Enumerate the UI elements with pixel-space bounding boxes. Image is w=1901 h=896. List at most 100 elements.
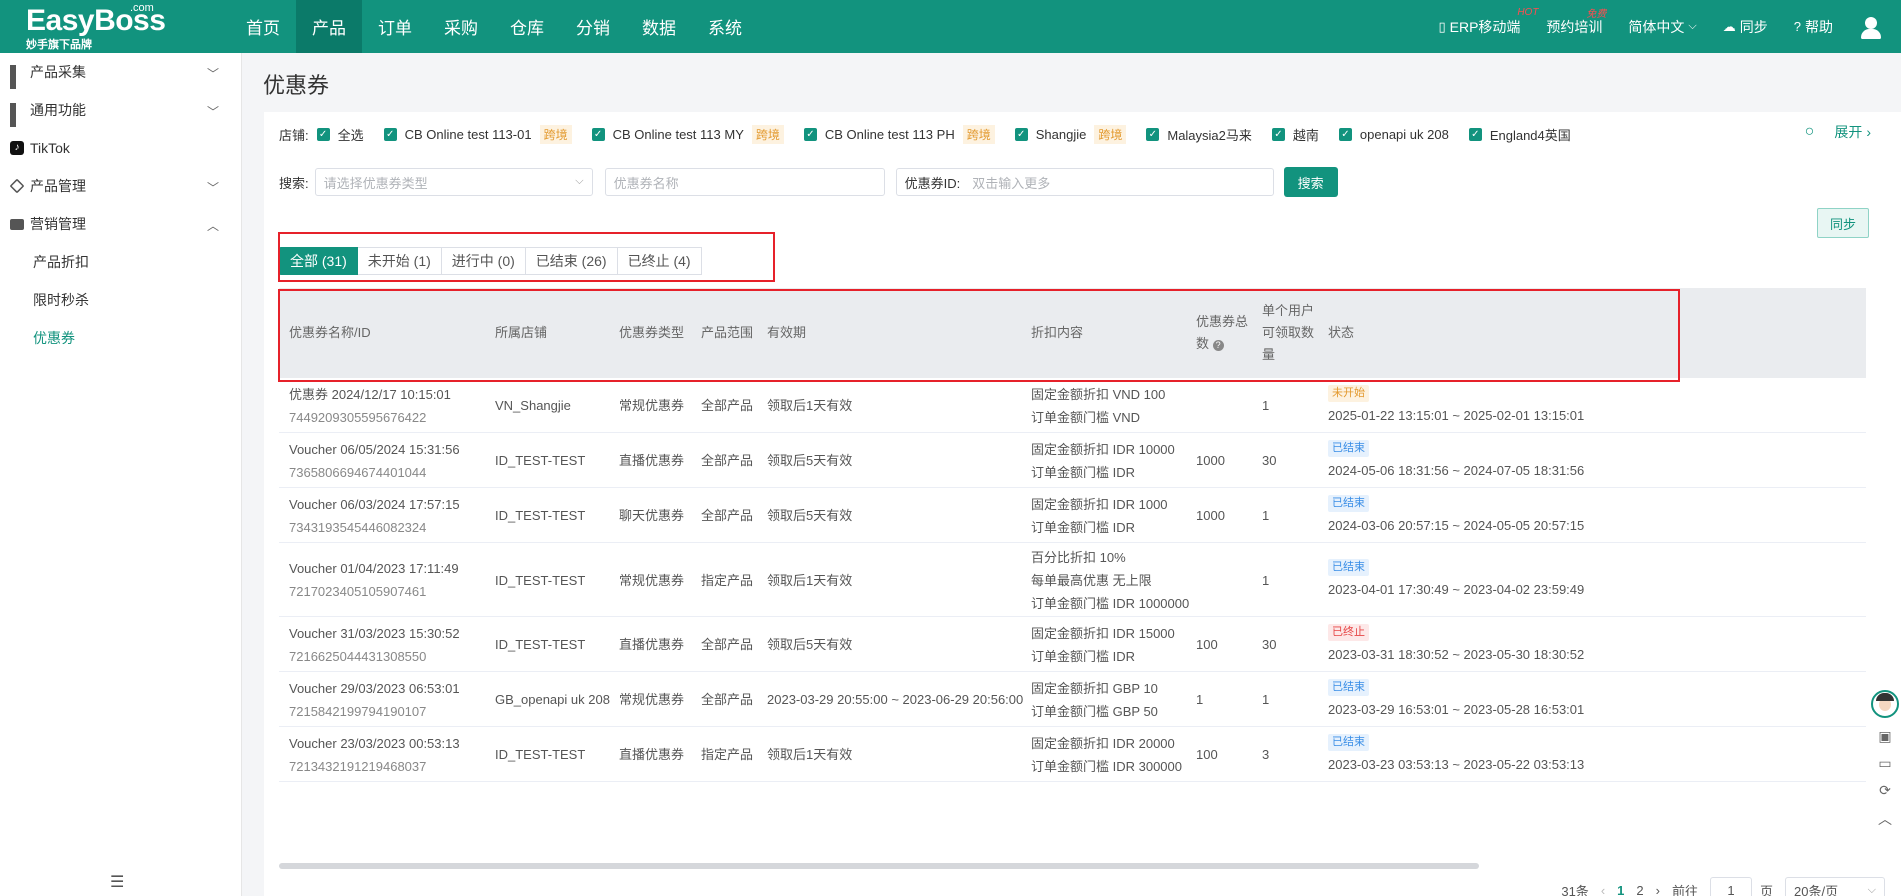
nav-item-1[interactable]: 产品 <box>296 0 362 53</box>
store-checkbox-3[interactable]: ✓ CB Online test 113 PH 跨境 <box>803 124 995 144</box>
chat-icon[interactable]: ▭ <box>1878 755 1891 772</box>
voucher-id: 7216625044431308550 <box>289 648 427 664</box>
sidebar-item-1[interactable]: 通用功能 ﹀ <box>0 91 241 129</box>
cell-store-text: ID_TEST-TEST <box>495 572 586 588</box>
discount-line: 百分比折扣 10% <box>1031 549 1126 565</box>
sidebar-subitem-2[interactable]: 优惠券 <box>0 319 241 357</box>
store-checkbox-4[interactable]: ✓ Shangjie 跨境 <box>1014 124 1127 144</box>
brand-logo[interactable]: EasyBoss .com 妙手旗下品牌 <box>0 0 210 53</box>
page-unit-label: 页 <box>1759 883 1773 896</box>
page-2[interactable]: 2 <box>1636 883 1643 896</box>
nav-item-3[interactable]: 采购 <box>428 0 494 53</box>
customer-service-avatar[interactable] <box>1871 690 1899 718</box>
horizontal-scrollbar[interactable] <box>279 860 1866 872</box>
sidebar-item-3[interactable]: 产品管理 ﹀ <box>0 167 241 205</box>
store-checkbox-0[interactable]: ✓ 全选 <box>316 125 364 144</box>
nav-item-2[interactable]: 订单 <box>362 0 428 53</box>
discount-line: 固定金额折扣 IDR 10000 <box>1031 441 1175 457</box>
scrollbar-thumb[interactable] <box>279 863 1479 869</box>
status-tab-0[interactable]: 全部 (31) <box>279 247 358 275</box>
cell-per-user: 1 <box>1262 543 1269 617</box>
voucher-type-select[interactable]: 请选择优惠券类型 ⌵ <box>314 168 593 196</box>
nav-item-6[interactable]: 数据 <box>626 0 692 53</box>
voucher-name[interactable]: Voucher 31/03/2023 15:30:52 <box>289 622 460 645</box>
language-select[interactable]: 简体中文 ⌵ <box>1628 17 1696 37</box>
sidebar-subitem-1[interactable]: 限时秒杀 <box>0 281 241 319</box>
status-tab-3[interactable]: 已结束 (26) <box>525 247 618 275</box>
back-to-top-icon[interactable]: ︿ <box>1878 809 1892 829</box>
voucher-name[interactable]: Voucher 06/03/2024 17:57:15 <box>289 493 460 516</box>
checkbox-checked-icon[interactable]: ✓ <box>316 127 330 141</box>
voucher-name[interactable]: Voucher 01/04/2023 17:11:49 <box>289 557 459 580</box>
cell-status: 已结束 2024-05-06 18:31:56 ~ 2024-07-05 18:3… <box>1328 433 1668 488</box>
goto-page-input[interactable]: 1 <box>1709 877 1752 896</box>
question-icon[interactable]: ? <box>1212 340 1224 351</box>
language-label: 简体中文 <box>1628 18 1685 35</box>
cell-store-text: ID_TEST-TEST <box>495 453 586 468</box>
voucher-name[interactable]: Voucher 23/03/2023 00:53:13 <box>289 732 460 755</box>
store-checkbox-6[interactable]: ✓ 越南 <box>1271 125 1319 144</box>
cell-per-user: 1 <box>1262 378 1269 433</box>
store-checkbox-2[interactable]: ✓ CB Online test 113 MY 跨境 <box>591 124 784 144</box>
training-link[interactable]: 预约培训 免费 <box>1546 9 1606 37</box>
checkbox-checked-icon[interactable]: ✓ <box>383 127 397 141</box>
cell-range-text: 全部产品 <box>701 508 754 523</box>
voucher-name-input[interactable]: 优惠券名称 <box>604 168 885 196</box>
store-checkbox-1[interactable]: ✓ CB Online test 113-01 跨境 <box>383 124 572 144</box>
cell-status: 已结束 2023-03-23 03:53:13 ~ 2023-05-22 03:5… <box>1328 727 1668 782</box>
checkbox-checked-icon[interactable]: ✓ <box>591 127 605 141</box>
voucher-name[interactable]: Voucher 06/05/2024 15:31:56 <box>289 438 460 461</box>
store-checkbox-7[interactable]: ✓ openapi uk 208 <box>1338 127 1449 142</box>
sync-button[interactable]: 同步 <box>1817 208 1869 238</box>
refresh-icon[interactable]: ⟳ <box>1879 782 1891 799</box>
cell-store-text: VN_Shangjie <box>495 398 571 413</box>
nav-item-7[interactable]: 系统 <box>692 0 758 53</box>
search-icon[interactable]: ○ <box>1805 123 1815 141</box>
prev-page-icon[interactable]: ‹ <box>1601 883 1605 896</box>
status-period: 2023-03-23 03:53:13 ~ 2023-05-22 03:53:1… <box>1328 756 1585 772</box>
sidebar: 产品采集 ﹀ 通用功能 ﹀ ♪ TikTok 产品管理 ﹀ 营销管理 ︿ 产品折扣 限时秒杀 优惠券 … <box>0 53 242 896</box>
sync-top-button[interactable]: ☁ 同步 <box>1723 17 1768 37</box>
voucher-name[interactable]: Voucher 29/03/2023 06:53:01 <box>289 677 460 700</box>
cell-store: GB_openapi uk 208 <box>495 672 610 727</box>
status-tab-4[interactable]: 已终止 (4) <box>617 247 702 275</box>
help-link[interactable]: ? 帮助 <box>1794 17 1833 37</box>
sidebar-item-4[interactable]: 营销管理 ︿ <box>0 205 241 243</box>
main-nav: 首页 产品 订单 采购 仓库 分销 数据 系统 <box>230 0 758 53</box>
cell-type-text: 直播优惠券 <box>619 453 685 468</box>
checkbox-checked-icon[interactable]: ✓ <box>1014 127 1028 141</box>
voucher-id-input[interactable]: 优惠券ID: 双击输入更多 <box>895 168 1274 196</box>
page-1[interactable]: 1 <box>1617 883 1624 896</box>
checkbox-checked-icon[interactable]: ✓ <box>1146 127 1160 141</box>
voucher-name[interactable]: 优惠券 2024/12/17 10:15:01 <box>289 383 451 406</box>
status-tab-2[interactable]: 进行中 (0) <box>441 247 526 275</box>
checkbox-checked-icon[interactable]: ✓ <box>1338 127 1352 141</box>
next-page-icon[interactable]: › <box>1656 883 1660 896</box>
status-tab-1[interactable]: 未开始 (1) <box>357 247 442 275</box>
checkbox-checked-icon[interactable]: ✓ <box>1468 127 1482 141</box>
feedback-icon[interactable]: ▣ <box>1878 728 1891 745</box>
checkbox-checked-icon[interactable]: ✓ <box>803 127 817 141</box>
sidebar-item-0[interactable]: 产品采集 ﹀ <box>0 53 241 91</box>
hot-badge: HOT <box>1517 6 1539 18</box>
voucher-name-placeholder: 优惠券名称 <box>613 175 679 191</box>
sidebar-item-2[interactable]: ♪ TikTok <box>0 129 241 167</box>
page-size-select[interactable]: 20条/页 ⌵ <box>1785 877 1885 896</box>
nav-item-0[interactable]: 首页 <box>230 0 296 53</box>
store-checkbox-8[interactable]: ✓ England4英国 <box>1468 125 1571 144</box>
chevron-down-icon: ⌵ <box>1688 20 1697 32</box>
collapse-sidebar-icon[interactable]: ☰ <box>110 872 124 892</box>
erp-mobile-label: ERP移动端 <box>1449 18 1521 35</box>
sidebar-subitem-0[interactable]: 产品折扣 <box>0 243 241 281</box>
status-badge: 已结束 <box>1328 678 1369 696</box>
user-avatar-icon[interactable] <box>1859 15 1883 39</box>
table-row: Voucher 23/03/2023 00:53:13 7213432191219… <box>279 727 1866 782</box>
expand-filters[interactable]: ○ 展开 › <box>1805 122 1871 142</box>
search-button[interactable]: 搜索 <box>1283 167 1338 197</box>
nav-item-5[interactable]: 分销 <box>560 0 626 53</box>
checkbox-checked-icon[interactable]: ✓ <box>1271 127 1285 141</box>
store-checkbox-5[interactable]: ✓ Malaysia2马来 <box>1146 125 1252 144</box>
top-nav-bar: EasyBoss .com 妙手旗下品牌 首页 产品 订单 采购 仓库 分销 数据 系统 ▯ … <box>0 0 1901 53</box>
nav-item-4[interactable]: 仓库 <box>494 0 560 53</box>
erp-mobile-link[interactable]: ▯ ERP移动端 HOT <box>1438 7 1538 37</box>
